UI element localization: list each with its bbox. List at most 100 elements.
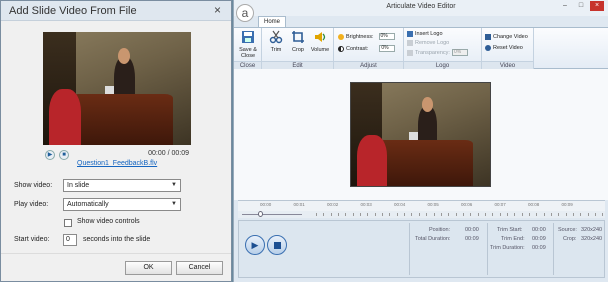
timeline-tick-mark: [477, 213, 479, 216]
timeline-tick-mark: [573, 213, 575, 216]
crop-size-value: 320x240: [581, 236, 603, 242]
save-icon: [242, 31, 254, 43]
remove-logo-label: Remove Logo: [415, 40, 450, 46]
timeline-tick-label: 00:09: [561, 202, 573, 207]
cancel-button[interactable]: Cancel: [176, 261, 223, 275]
timeline-tick-label: 00:02: [327, 202, 339, 207]
timeline-tick-mark: [345, 213, 347, 216]
timeline-tick-mark: [389, 213, 391, 216]
contrast-row: Contrast: 0%: [338, 45, 396, 52]
group-label-video: Video: [482, 61, 533, 69]
ribbon-group-video: Change Video Reset Video Video: [482, 28, 534, 69]
show-video-select[interactable]: In slide ▼: [63, 179, 181, 192]
video-filename-link[interactable]: Question1_FeedbackB.flv: [77, 160, 157, 167]
play-video-select[interactable]: Automatically ▼: [63, 198, 181, 211]
timeline-tick-label: 00:00: [260, 202, 272, 207]
trim-duration-value: 00:09: [532, 245, 546, 251]
minimize-icon[interactable]: –: [558, 1, 572, 11]
scissors-icon: [269, 30, 283, 44]
timeline-scrubber[interactable]: [238, 211, 605, 218]
play-button[interactable]: ▶: [245, 235, 265, 255]
brightness-row: Brightness: 0%: [338, 33, 395, 40]
timeline-tick-mark: [499, 213, 501, 216]
divider: [409, 223, 410, 275]
volume-label: Volume: [310, 47, 330, 53]
trim-end-label: Trim End:: [501, 236, 525, 242]
time-readout: 00:00 / 00:09: [148, 150, 189, 157]
timeline-tick-label: 00:08: [528, 202, 540, 207]
timeline-tick-mark: [492, 213, 494, 216]
start-video-input[interactable]: 0: [63, 234, 77, 246]
stop-button[interactable]: [267, 235, 287, 255]
insert-logo-icon: [407, 31, 413, 37]
divider: [553, 223, 554, 275]
timeline-tick-mark: [514, 213, 516, 216]
timeline-tick-label: 00:01: [293, 202, 305, 207]
reset-video-label: Reset Video: [493, 45, 523, 51]
brightness-input[interactable]: 0%: [378, 33, 395, 40]
start-video-label: Start video:: [14, 236, 50, 243]
trim-duration-label: Trim Duration:: [490, 245, 525, 251]
total-duration-value: 00:09: [465, 236, 479, 242]
timeline-tick-mark: [330, 213, 332, 216]
zoom-slider-handle[interactable]: [258, 211, 263, 217]
timeline-tick-mark: [338, 213, 340, 216]
timeline-tick-mark: [521, 213, 523, 216]
show-controls-checkbox[interactable]: [64, 219, 72, 227]
crop-icon: [292, 31, 304, 43]
insert-logo-button[interactable]: Insert Logo: [407, 31, 443, 37]
start-video-suffix: seconds into the slide: [83, 236, 151, 243]
timeline-tick-mark: [396, 213, 398, 216]
transparency-row: Transparency: 0%: [407, 49, 468, 56]
trim-button[interactable]: Trim: [266, 30, 286, 53]
play-icon[interactable]: ▶: [45, 150, 55, 160]
group-label-close: Close: [234, 61, 261, 69]
film-icon: [485, 34, 491, 40]
tab-home[interactable]: Home: [258, 16, 286, 27]
chevron-down-icon: ▼: [171, 182, 177, 188]
video-editor-window: Articulate Video Editor – □ × a Home Sav…: [233, 0, 608, 282]
transparency-icon: [407, 49, 413, 56]
contrast-input[interactable]: 0%: [379, 45, 396, 52]
timeline-tick-mark: [595, 213, 597, 216]
group-label-adjust: Adjust: [334, 61, 403, 69]
trim-start-label: Trim Start:: [497, 227, 523, 233]
show-video-label: Show video:: [14, 182, 53, 189]
window-controls: – □ ×: [558, 1, 604, 11]
timeline-tick-mark: [411, 213, 413, 216]
editor-title: Articulate Video Editor: [386, 3, 456, 10]
contrast-icon: [338, 45, 344, 52]
timeline-tick-mark: [418, 213, 420, 216]
reset-video-button[interactable]: Reset Video: [485, 45, 523, 51]
editor-titlebar: Articulate Video Editor – □ ×: [234, 0, 608, 16]
trim-end-value: 00:09: [532, 236, 546, 242]
timeline-tick-mark: [506, 213, 508, 216]
timeline-tick-mark: [580, 213, 582, 216]
timeline-tick-mark: [360, 213, 362, 216]
editor-stage: [234, 69, 608, 200]
app-logo-icon[interactable]: a: [236, 4, 254, 22]
preview-controls: ▶ ■: [45, 150, 69, 160]
close-icon[interactable]: ×: [214, 3, 221, 17]
timeline-tick-mark: [462, 213, 464, 216]
ribbon: Save & Close Close Trim Crop Volume Edit: [234, 27, 608, 69]
brightness-label: Brightness:: [346, 33, 374, 40]
crop-button[interactable]: Crop: [288, 30, 308, 53]
remove-logo-button[interactable]: Remove Logo: [407, 40, 449, 46]
stop-icon[interactable]: ■: [59, 150, 69, 160]
close-icon[interactable]: ×: [590, 1, 604, 11]
volume-button[interactable]: Volume: [310, 30, 330, 53]
timeline-tick-label: 00:05: [427, 202, 439, 207]
timeline-tick-mark: [323, 213, 325, 216]
contrast-label: Contrast:: [346, 45, 369, 52]
transparency-input[interactable]: 0%: [451, 49, 468, 56]
change-video-button[interactable]: Change Video: [485, 34, 528, 40]
crop-label: Crop: [292, 47, 304, 53]
timeline-tick-mark: [536, 213, 538, 216]
maximize-icon[interactable]: □: [574, 1, 588, 11]
ok-button[interactable]: OK: [125, 261, 172, 275]
show-controls-label: Show video controls: [77, 218, 140, 225]
group-label-edit: Edit: [262, 61, 333, 69]
timeline-tick-mark: [543, 213, 545, 216]
save-close-button[interactable]: Save & Close: [238, 30, 258, 59]
